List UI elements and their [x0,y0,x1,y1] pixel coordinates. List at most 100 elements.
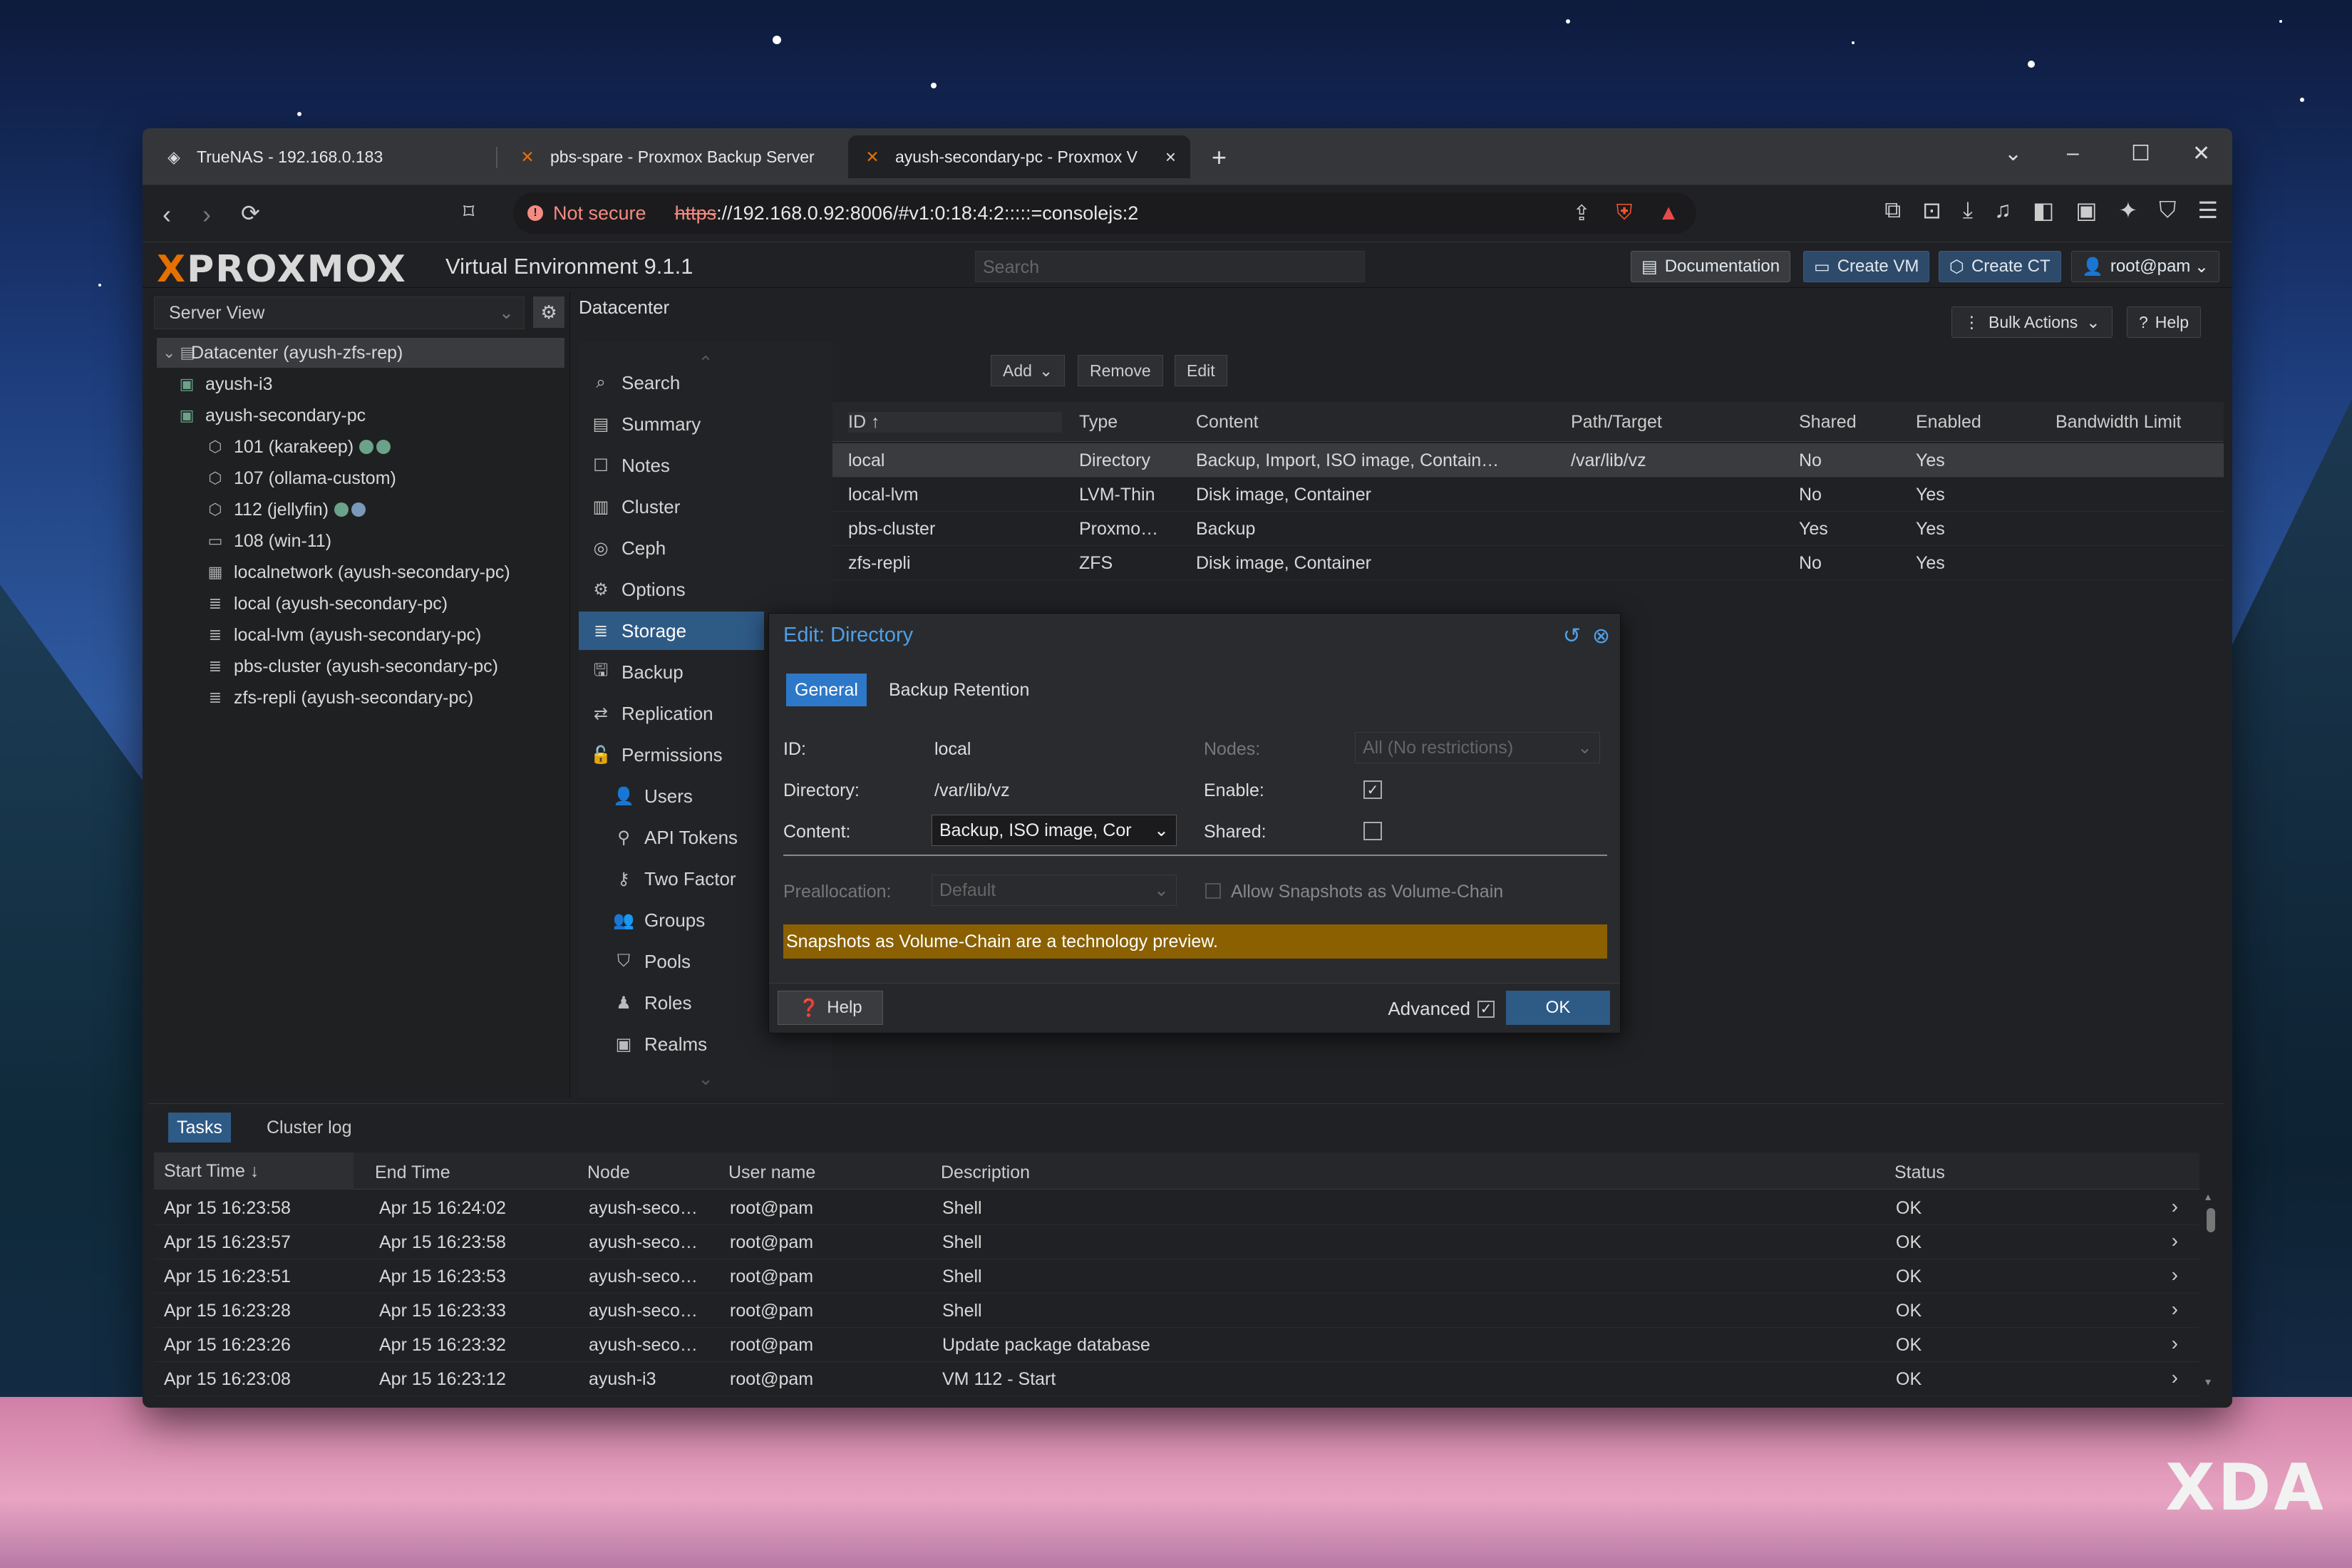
dialog-help-button[interactable]: ❓ Help [778,991,883,1025]
column-header-shared[interactable]: Shared [1799,412,1857,433]
remove-button[interactable]: Remove [1078,355,1163,386]
close-tab-icon[interactable]: × [1165,146,1176,168]
tree-node-ct-101[interactable]: ⬡ 101 (karakeep) [205,432,391,462]
tasks-scrollbar[interactable]: ▴ ▾ [2205,1190,2217,1389]
menu-item-notes[interactable]: ☐ Notes [579,446,832,485]
minimize-button[interactable]: – [2067,141,2079,165]
column-header-node[interactable]: Node [587,1162,630,1183]
table-row[interactable]: Apr 15 16:23:57 Apr 15 16:23:58 ayush-seco… [154,1225,2199,1259]
tree-node-vm-108[interactable]: ▭ 108 (win-11) [205,526,332,556]
tree-node-local-lvm[interactable]: ≣ local-lvm (ayush-secondary-pc) [205,620,482,650]
snapshots-checkbox[interactable] [1205,883,1221,899]
tab-pbs-spare[interactable]: ✕ pbs-spare - Proxmox Backup Server [503,135,845,178]
new-tab-button[interactable]: + [1212,143,1227,172]
chevron-right-icon[interactable]: › [2172,1366,2178,1389]
advanced-toggle[interactable]: Advanced ✓ [1388,998,1495,1020]
tree-node-zfs-repli[interactable]: ≣ zfs-repli (ayush-secondary-pc) [205,683,473,713]
column-header-start-time[interactable]: Start Time ↓ [154,1152,354,1190]
table-row[interactable]: Apr 15 16:23:26 Apr 15 16:23:32 ayush-seco… [154,1328,2199,1362]
gear-icon[interactable]: ⚙ [533,296,564,328]
content-select[interactable]: Backup, ISO image, Cor ⌄ [932,815,1177,846]
menu-item-storage[interactable]: ≣ Storage [579,612,764,650]
table-row[interactable]: Apr 15 16:23:51 Apr 15 16:23:53 ayush-seco… [154,1259,2199,1294]
back-button[interactable]: ‹ [163,200,171,229]
preallocation-select[interactable]: Default ⌄ [932,875,1177,906]
shared-checkbox[interactable] [1363,822,1382,840]
tab-backup-retention[interactable]: Backup Retention [880,674,1038,706]
reload-button[interactable]: ⟳ [241,200,260,227]
leo-ai-icon[interactable]: ✦ [2118,197,2137,224]
tab-truenas[interactable]: ◈ TrueNAS - 192.168.0.183 [150,135,492,178]
chevron-right-icon[interactable]: › [2172,1264,2178,1286]
tree-node-ct-112[interactable]: ⬡ 112 (jellyfin) [205,495,366,525]
menu-icon[interactable]: ☰ [2197,197,2218,224]
table-row[interactable]: local-lvm LVM-Thin Disk image, Container… [832,478,2224,512]
menu-scroll-down-icon[interactable]: ⌄ [579,1059,832,1098]
tab-tasks[interactable]: Tasks [168,1113,231,1143]
tab-list-chevron-icon[interactable]: ⌄ [2004,141,2022,166]
chevron-right-icon[interactable]: › [2172,1298,2178,1321]
column-header-path[interactable]: Path/Target [1571,412,1662,433]
table-row[interactable]: Apr 15 16:23:28 Apr 15 16:23:33 ayush-seco… [154,1294,2199,1328]
url-bar[interactable]: ! Not secure https://192.168.0.92:8006/#v… [513,192,1696,234]
download-icon[interactable]: ⤓ [1963,197,1973,224]
forward-button[interactable]: › [202,200,211,229]
media-icon[interactable]: ♫ [1994,197,2011,224]
bulk-actions-button[interactable]: ⋮ Bulk Actions ⌄ [1951,306,2113,338]
menu-item-summary[interactable]: ▤ Summary [579,405,832,443]
ok-button[interactable]: OK [1506,991,1610,1025]
tree-node-pbs-cluster[interactable]: ≣ pbs-cluster (ayush-secondary-pc) [205,651,498,681]
add-button[interactable]: Add ⌄ [991,355,1066,386]
close-window-button[interactable]: ✕ [2192,141,2210,166]
column-header-content[interactable]: Content [1196,412,1259,433]
column-header-status[interactable]: Status [1894,1162,1945,1183]
create-vm-button[interactable]: ▭ Create VM [1803,251,1930,282]
chevron-right-icon[interactable]: › [2172,1332,2178,1355]
not-secure-badge[interactable]: ! Not secure [527,202,646,225]
tab-cluster-log[interactable]: Cluster log [258,1113,361,1143]
tree-node-datacenter[interactable]: ⌄ ▤ Datacenter (ayush-zfs-rep) [157,338,564,368]
vpn-icon[interactable]: ⛉ [2159,197,2176,224]
chevron-right-icon[interactable]: › [2172,1229,2178,1252]
column-header-bandwidth[interactable]: Bandwidth Limit [2056,412,2181,433]
tree-node-ayush-i3[interactable]: ▣ ayush-i3 [177,369,273,399]
tab-ayush-secondary-pc[interactable]: ✕ ayush-secondary-pc - Proxmox V × [848,135,1190,178]
menu-item-cluster[interactable]: ▥ Cluster [579,488,832,526]
column-header-id[interactable]: ID ↑ [848,412,1062,433]
menu-item-options[interactable]: ⚙ Options [579,570,832,609]
tree-node-ct-107[interactable]: ⬡ 107 (ollama-custom) [205,463,396,493]
table-row[interactable]: Apr 15 16:23:08 Apr 15 16:23:12 ayush-i3 ro… [154,1362,2199,1396]
column-header-description[interactable]: Description [941,1162,1030,1183]
brave-shields-icon[interactable]: ⛨ [1616,201,1633,226]
tab-general[interactable]: General [786,674,867,706]
maximize-button[interactable]: ☐ [2131,141,2150,166]
reset-icon[interactable]: ↺ [1563,624,1581,649]
edit-button[interactable]: Edit [1175,355,1227,386]
search-input[interactable]: Search [975,251,1365,282]
bookmark-icon[interactable]: ⌑ [463,200,474,225]
close-icon[interactable]: ⊗ [1592,624,1610,649]
chevron-right-icon[interactable]: › [2172,1195,2178,1218]
column-header-type[interactable]: Type [1079,412,1118,433]
documentation-button[interactable]: ▤ Documentation [1631,251,1791,282]
tree-node-ayush-secondary-pc[interactable]: ▣ ayush-secondary-pc [177,401,366,430]
tree-node-local[interactable]: ≣ local (ayush-secondary-pc) [205,589,448,619]
user-menu-button[interactable]: 👤 root@pam ⌄ [2071,251,2219,282]
table-row[interactable]: Apr 15 16:23:58 Apr 15 16:24:02 ayush-seco… [154,1191,2199,1225]
share-icon[interactable]: ⇪ [1573,201,1591,226]
sidebar-icon[interactable]: ◧ [2033,197,2054,224]
screenshot-icon[interactable]: ⊡ [1922,197,1941,224]
table-row[interactable]: zfs-repli ZFS Disk image, Container No Y… [832,546,2224,580]
create-ct-button[interactable]: ⬡ Create CT [1939,251,2061,282]
menu-item-ceph[interactable]: ◎ Ceph [579,529,832,567]
table-row[interactable]: local Directory Backup, Import, ISO imag… [832,443,2224,478]
help-button[interactable]: ? Help [2127,306,2202,338]
enable-checkbox[interactable]: ✓ [1363,780,1382,799]
column-header-end-time[interactable]: End Time [375,1162,450,1183]
extensions-icon[interactable]: ⧉ [1884,197,1901,224]
view-selector[interactable]: Server View ⌄ [154,296,525,329]
table-row[interactable]: pbs-cluster Proxmo… Backup Yes Yes [832,512,2224,546]
brave-rewards-icon[interactable]: ▲ [1658,201,1679,226]
wallet-icon[interactable]: ▣ [2075,197,2097,224]
column-header-user[interactable]: User name [728,1162,815,1183]
